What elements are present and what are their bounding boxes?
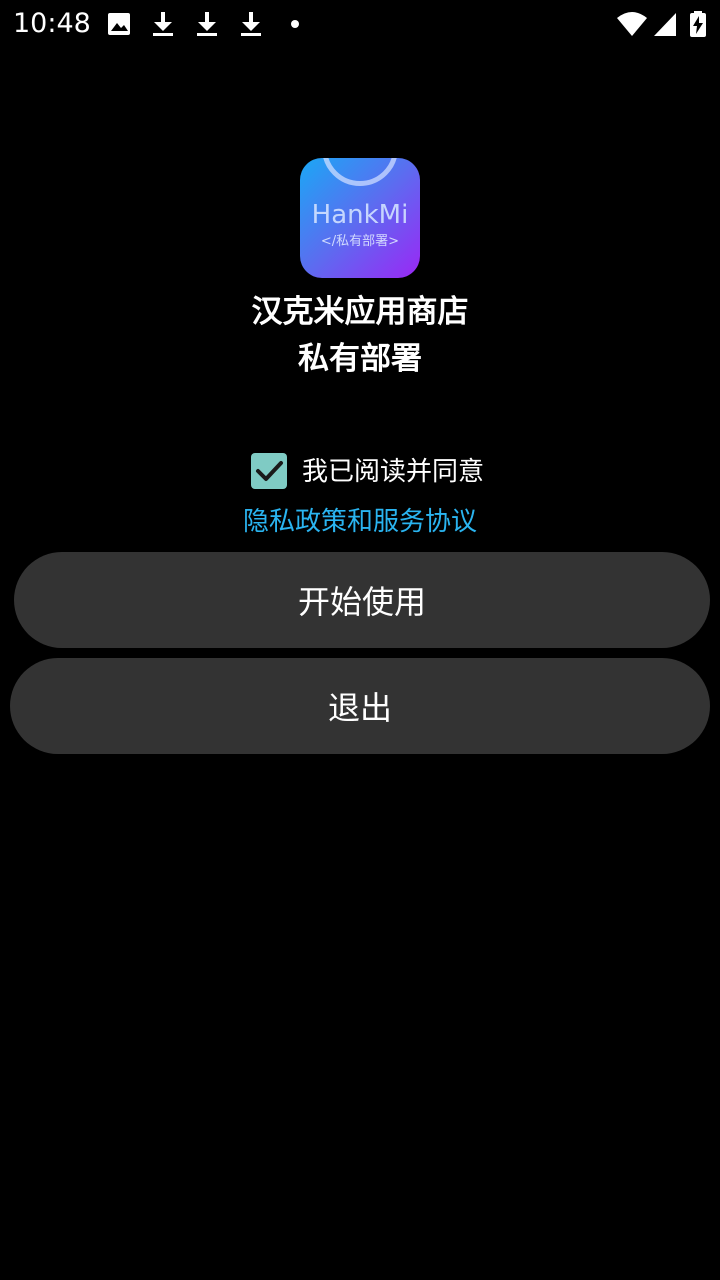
dot-icon — [291, 20, 299, 28]
app-title-line1: 汉克米应用商店 — [251, 294, 469, 330]
battery-charging-icon — [690, 11, 706, 37]
app-logo-brand: HankMi — [311, 200, 409, 230]
status-bar: 10:48 — [0, 0, 720, 48]
app-logo-icon: HankMi </私有部署> — [300, 158, 420, 278]
download-icon — [153, 12, 173, 36]
wifi-icon — [617, 12, 647, 36]
exit-button[interactable]: 退出 — [10, 658, 710, 754]
agree-label: 我已阅读并同意 — [302, 457, 485, 487]
privacy-policy-link[interactable]: 隐私政策和服务协议 — [0, 504, 720, 540]
app-logo-tag: </私有部署> — [320, 234, 400, 249]
agree-checkbox[interactable] — [251, 453, 287, 489]
download-icon — [241, 12, 261, 36]
download-icon — [197, 12, 217, 36]
image-icon — [108, 13, 130, 35]
signal-icon — [654, 13, 676, 36]
app-logo-arc — [322, 158, 398, 186]
app-title-line2: 私有部署 — [298, 341, 422, 377]
start-button[interactable]: 开始使用 — [14, 552, 710, 648]
check-icon — [256, 461, 283, 481]
status-time: 10:48 — [13, 8, 91, 39]
